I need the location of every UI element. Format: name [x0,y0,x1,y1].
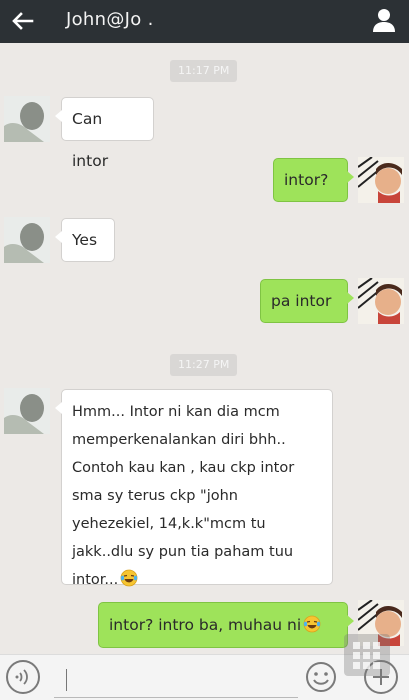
contact-avatar[interactable] [4,388,50,434]
message-timestamp: 11:27 PM [170,354,238,376]
laughing-tears-emoji-icon [303,606,321,633]
message-line: jakk..dlu sy pun tia paham tuu [72,544,294,560]
message-text: pa intor [271,292,332,310]
incoming-message-bubble[interactable]: Hmm... Intor ni kan dia mcm memperkenala… [55,389,333,588]
emoji-picker-button[interactable] [304,660,338,694]
message-text: intor? [284,171,329,189]
chat-title: John@Jo . [66,9,154,30]
message-line: intor... [72,572,119,588]
outgoing-message-bubble[interactable]: intor? [273,158,354,202]
outgoing-message-bubble[interactable]: intor? intro ba, muhau ni [98,602,354,648]
user-avatar[interactable] [358,157,404,203]
grid-icon [353,642,380,669]
contact-avatar[interactable] [4,96,50,142]
floating-grid-button[interactable] [344,634,390,676]
user-avatar[interactable] [358,278,404,324]
text-cursor [66,669,67,691]
message-line: Hmm... Intor ni kan dia mcm [72,404,280,420]
back-arrow-icon[interactable] [8,6,38,36]
message-line: sma sy terus ckp "john [72,488,238,504]
smiley-icon [306,662,336,692]
outgoing-message-bubble[interactable]: pa intor [260,279,354,323]
incoming-message-bubble[interactable]: Can intor [55,97,154,170]
message-input[interactable] [54,663,298,698]
voice-wave-icon [15,669,28,685]
message-timestamp: 11:17 PM [170,60,238,82]
contact-avatar[interactable] [4,217,50,263]
message-line: memperkenalankan diri bhh.. [72,432,286,448]
laughing-tears-emoji-icon [120,569,138,587]
voice-input-button[interactable] [6,660,40,694]
message-text: Can intor [72,110,109,170]
message-line: Contoh kau kan , kau ckp intor [72,460,295,476]
chat-header: John@Jo . [0,0,409,43]
message-line: yehezekiel, 14,k.k"mcm tu [72,516,266,532]
message-text: Yes [72,231,98,249]
incoming-message-bubble[interactable]: Yes [55,218,115,262]
profile-icon[interactable] [369,5,399,35]
message-text: intor? intro ba, muhau ni [109,616,302,634]
